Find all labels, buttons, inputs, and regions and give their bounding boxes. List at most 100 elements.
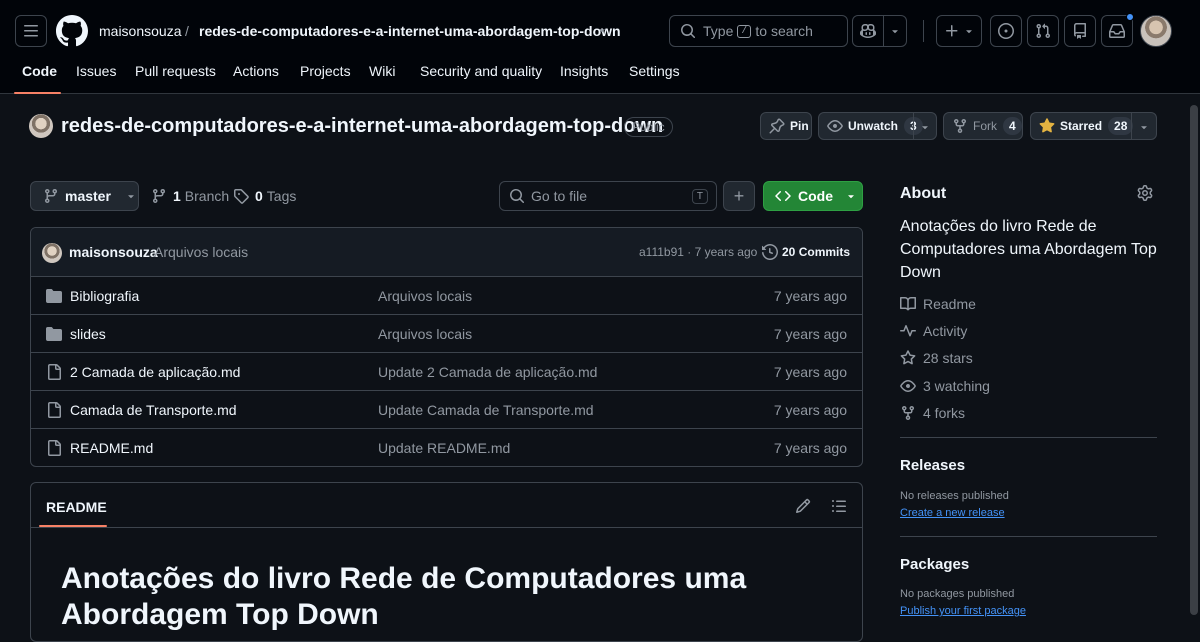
file-commit-message[interactable]: Arquivos locais xyxy=(378,288,472,304)
breadcrumb-repo[interactable]: redes-de-computadores-e-a-internet-uma-a… xyxy=(199,22,621,40)
activity-link[interactable]: Activity xyxy=(900,323,967,339)
fork-count: 4 xyxy=(1003,117,1022,135)
code-button-label: Code xyxy=(798,188,833,204)
tab-insights[interactable]: Insights xyxy=(560,63,608,79)
file-age: 7 years ago xyxy=(773,288,847,304)
branches-label: Branch xyxy=(184,188,230,204)
watch-button[interactable]: Unwatch 3 xyxy=(818,112,937,140)
tab-code[interactable]: Code xyxy=(22,63,57,79)
commit-author[interactable]: maisonsouza xyxy=(69,244,158,260)
tag-icon xyxy=(234,189,249,204)
file-icon xyxy=(48,440,61,456)
about-title: About xyxy=(900,185,947,202)
code-button[interactable]: Code xyxy=(763,181,863,211)
pull-requests-button[interactable] xyxy=(1027,15,1059,47)
file-row[interactable]: Bibliografia Arquivos locais 7 years ago xyxy=(31,277,862,315)
triangle-down-icon xyxy=(965,30,972,34)
file-commit-message[interactable]: Update README.md xyxy=(378,440,510,456)
notification-indicator xyxy=(1126,13,1134,21)
file-name[interactable]: Bibliografia xyxy=(70,288,139,304)
add-file-button[interactable]: + xyxy=(723,181,755,211)
history-icon xyxy=(762,244,778,260)
releases-title[interactable]: Releases xyxy=(900,457,965,474)
tab-issues[interactable]: Issues xyxy=(76,63,116,79)
pin-button[interactable]: Pin xyxy=(760,112,812,140)
star-label: Starred xyxy=(1060,119,1103,133)
github-logo-icon[interactable] xyxy=(56,15,88,47)
stars-link[interactable]: 28 stars xyxy=(900,350,973,366)
commits-label: Commits xyxy=(798,245,851,259)
scrollbar-thumb[interactable] xyxy=(1190,105,1198,615)
watchers-link-label: 3 watching xyxy=(923,378,990,394)
readme-panel: README Anotações do livro Rede de Comput… xyxy=(30,482,863,642)
file-age: 7 years ago xyxy=(773,364,847,380)
file-age: 7 years ago xyxy=(773,326,847,342)
repo-owner-avatar[interactable] xyxy=(29,114,53,138)
latest-commit-bar: maisonsouza Arquivos locais a111b91 · 7 … xyxy=(31,228,862,277)
page-scrollbar[interactable] xyxy=(1187,95,1200,630)
repo-title[interactable]: redes-de-computadores-e-a-internet-uma-a… xyxy=(61,115,663,138)
file-name[interactable]: README.md xyxy=(70,440,153,456)
tab-wiki[interactable]: Wiki xyxy=(369,63,395,79)
create-release-link[interactable]: Create a new release xyxy=(900,507,1005,519)
tab-pull-requests[interactable]: Pull requests xyxy=(135,63,216,79)
branches-link[interactable]: 1 Branch xyxy=(151,188,229,204)
star-fill-icon xyxy=(1039,118,1055,133)
file-icon xyxy=(48,402,61,418)
tab-settings[interactable]: Settings xyxy=(629,63,680,79)
git-pull-request-icon xyxy=(1036,23,1051,39)
file-row[interactable]: slides Arquivos locais 7 years ago xyxy=(31,315,862,353)
tab-projects[interactable]: Projects xyxy=(300,63,351,79)
repositories-button[interactable] xyxy=(1064,15,1096,47)
commit-message[interactable]: Arquivos locais xyxy=(154,244,248,260)
file-name[interactable]: slides xyxy=(70,326,106,342)
file-commit-message[interactable]: Update Camada de Transporte.md xyxy=(378,402,594,418)
triangle-down-icon[interactable] xyxy=(596,24,608,36)
global-search-input[interactable]: Type / to search xyxy=(669,15,848,47)
gear-icon[interactable] xyxy=(1137,185,1153,201)
readme-link[interactable]: Readme xyxy=(900,296,976,312)
plus-icon: + xyxy=(733,185,745,206)
watchers-link[interactable]: 3 watching xyxy=(900,378,990,394)
fork-label: Fork xyxy=(973,119,997,133)
go-to-file-shortcut: T xyxy=(691,189,708,204)
file-name[interactable]: Camada de Transporte.md xyxy=(70,402,237,418)
breadcrumb-owner[interactable]: maisonsouza xyxy=(99,22,182,40)
forks-link[interactable]: 4 forks xyxy=(900,405,965,421)
create-new-button[interactable] xyxy=(936,15,982,47)
go-to-file-input[interactable]: Go to file T xyxy=(499,181,717,211)
packages-empty-text: No packages published xyxy=(900,588,1015,600)
file-commit-message[interactable]: Update 2 Camada de aplicação.md xyxy=(378,364,597,380)
menu-button[interactable] xyxy=(15,15,47,47)
tab-actions[interactable]: Actions xyxy=(233,63,279,79)
copilot-menu-button[interactable] xyxy=(883,15,907,47)
issues-button[interactable] xyxy=(990,15,1022,47)
file-row[interactable]: Camada de Transporte.md Update Camada de… xyxy=(31,391,862,429)
header-divider xyxy=(923,20,924,42)
tab-security[interactable]: Security and quality xyxy=(420,63,542,79)
user-avatar[interactable] xyxy=(1140,15,1172,47)
tags-link[interactable]: 0 Tags xyxy=(233,188,296,204)
commits-history-link[interactable]: 20 Commits xyxy=(762,244,850,260)
packages-title[interactable]: Packages xyxy=(900,556,969,573)
publish-package-link[interactable]: Publish your first package xyxy=(900,605,1026,617)
file-row[interactable]: README.md Update README.md 7 years ago xyxy=(31,429,862,466)
list-unordered-icon[interactable] xyxy=(831,498,847,514)
repo-forked-icon xyxy=(954,119,966,134)
readme-tab[interactable]: README xyxy=(46,499,107,515)
star-button[interactable]: Starred 28 xyxy=(1030,112,1157,140)
file-commit-message[interactable]: Arquivos locais xyxy=(378,326,472,342)
commit-author-avatar[interactable] xyxy=(42,243,62,263)
file-name[interactable]: 2 Camada de aplicação.md xyxy=(70,364,240,380)
commit-hash-time[interactable]: a111b91 · 7 years ago xyxy=(639,245,757,259)
readme-divider xyxy=(31,527,862,528)
fork-icon xyxy=(902,406,914,421)
fork-button[interactable]: Fork 4 xyxy=(943,112,1023,140)
file-row[interactable]: 2 Camada de aplicação.md Update 2 Camada… xyxy=(31,353,862,391)
split-divider xyxy=(913,113,914,139)
pencil-icon[interactable] xyxy=(795,498,811,514)
copilot-button[interactable] xyxy=(852,15,884,47)
file-table: maisonsouza Arquivos locais a111b91 · 7 … xyxy=(30,227,863,467)
branch-selector[interactable]: master xyxy=(30,181,139,211)
file-age: 7 years ago xyxy=(773,402,847,418)
